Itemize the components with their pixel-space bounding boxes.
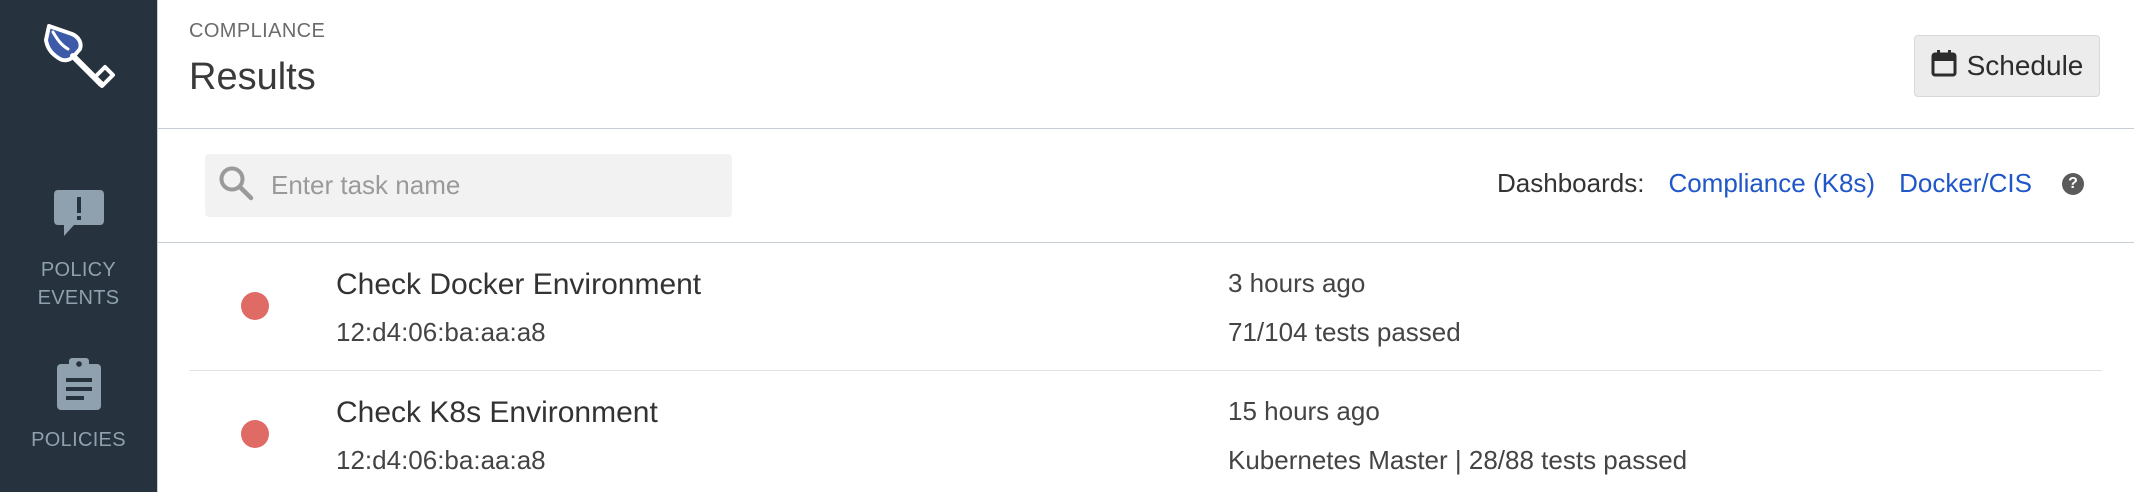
task-id: 12:d4:06:ba:aa:a8 <box>336 317 546 347</box>
result-row[interactable]: Check Docker Environment 12:d4:06:ba:aa:… <box>189 243 2102 370</box>
schedule-button-label: Schedule <box>1966 50 2084 81</box>
result-row[interactable]: Check K8s Environment 12:d4:06:ba:aa:a8 … <box>189 370 2102 498</box>
dashboards-label: Dashboards: <box>1497 168 1645 198</box>
calendar-icon <box>1931 49 1957 84</box>
page-header: COMPLIANCE Results Schedule <box>158 0 2134 129</box>
search-input[interactable] <box>269 169 732 202</box>
main-content: COMPLIANCE Results Schedule Enter task n… <box>157 0 2134 492</box>
sidebar-item-policy-events[interactable]: POLICY EVENTS <box>0 186 157 312</box>
task-time: 3 hours ago <box>1228 268 1366 298</box>
task-summary: Kubernetes Master | 28/88 tests passed <box>1228 445 1688 475</box>
task-name: Check Docker Environment <box>336 268 702 301</box>
alert-message-icon <box>0 186 157 250</box>
dashboards-links: Dashboards: Compliance (K8s) Docker/CIS … <box>1497 168 2084 199</box>
task-summary: 71/104 tests passed <box>1228 317 1461 347</box>
sidebar-item-label-line1: POLICIES <box>31 429 126 451</box>
clipboard-icon <box>0 356 157 420</box>
task-time: 15 hours ago <box>1228 396 1380 426</box>
logo-shovel-icon[interactable] <box>39 18 117 96</box>
search-field[interactable] <box>205 154 732 217</box>
sidebar-item-policies[interactable]: POLICIES <box>0 356 157 454</box>
status-failed-icon <box>241 292 269 320</box>
results-toolbar: Dashboards: Compliance (K8s) Docker/CIS … <box>158 129 2134 243</box>
page-title: Results <box>189 56 316 98</box>
schedule-button[interactable]: Schedule <box>1914 35 2100 97</box>
dashboard-link-compliance-k8s[interactable]: Compliance (K8s) <box>1668 168 1875 199</box>
section-eyebrow: COMPLIANCE <box>189 20 326 42</box>
task-id: 12:d4:06:ba:aa:a8 <box>336 445 546 475</box>
dashboard-link-docker-cis[interactable]: Docker/CIS <box>1899 168 2032 199</box>
results-list: Check Docker Environment 12:d4:06:ba:aa:… <box>158 243 2134 498</box>
search-icon <box>217 164 255 207</box>
sidebar-item-label-line1: POLICY <box>40 259 117 281</box>
app: POLICY EVENTS POLICIES COMPLIANCE Result… <box>0 0 2134 492</box>
sidebar: POLICY EVENTS POLICIES <box>0 0 157 492</box>
status-failed-icon <box>241 420 269 448</box>
sidebar-item-label-line2: EVENTS <box>37 287 120 309</box>
task-name: Check K8s Environment <box>336 396 658 429</box>
help-icon[interactable]: ? <box>2062 172 2084 195</box>
